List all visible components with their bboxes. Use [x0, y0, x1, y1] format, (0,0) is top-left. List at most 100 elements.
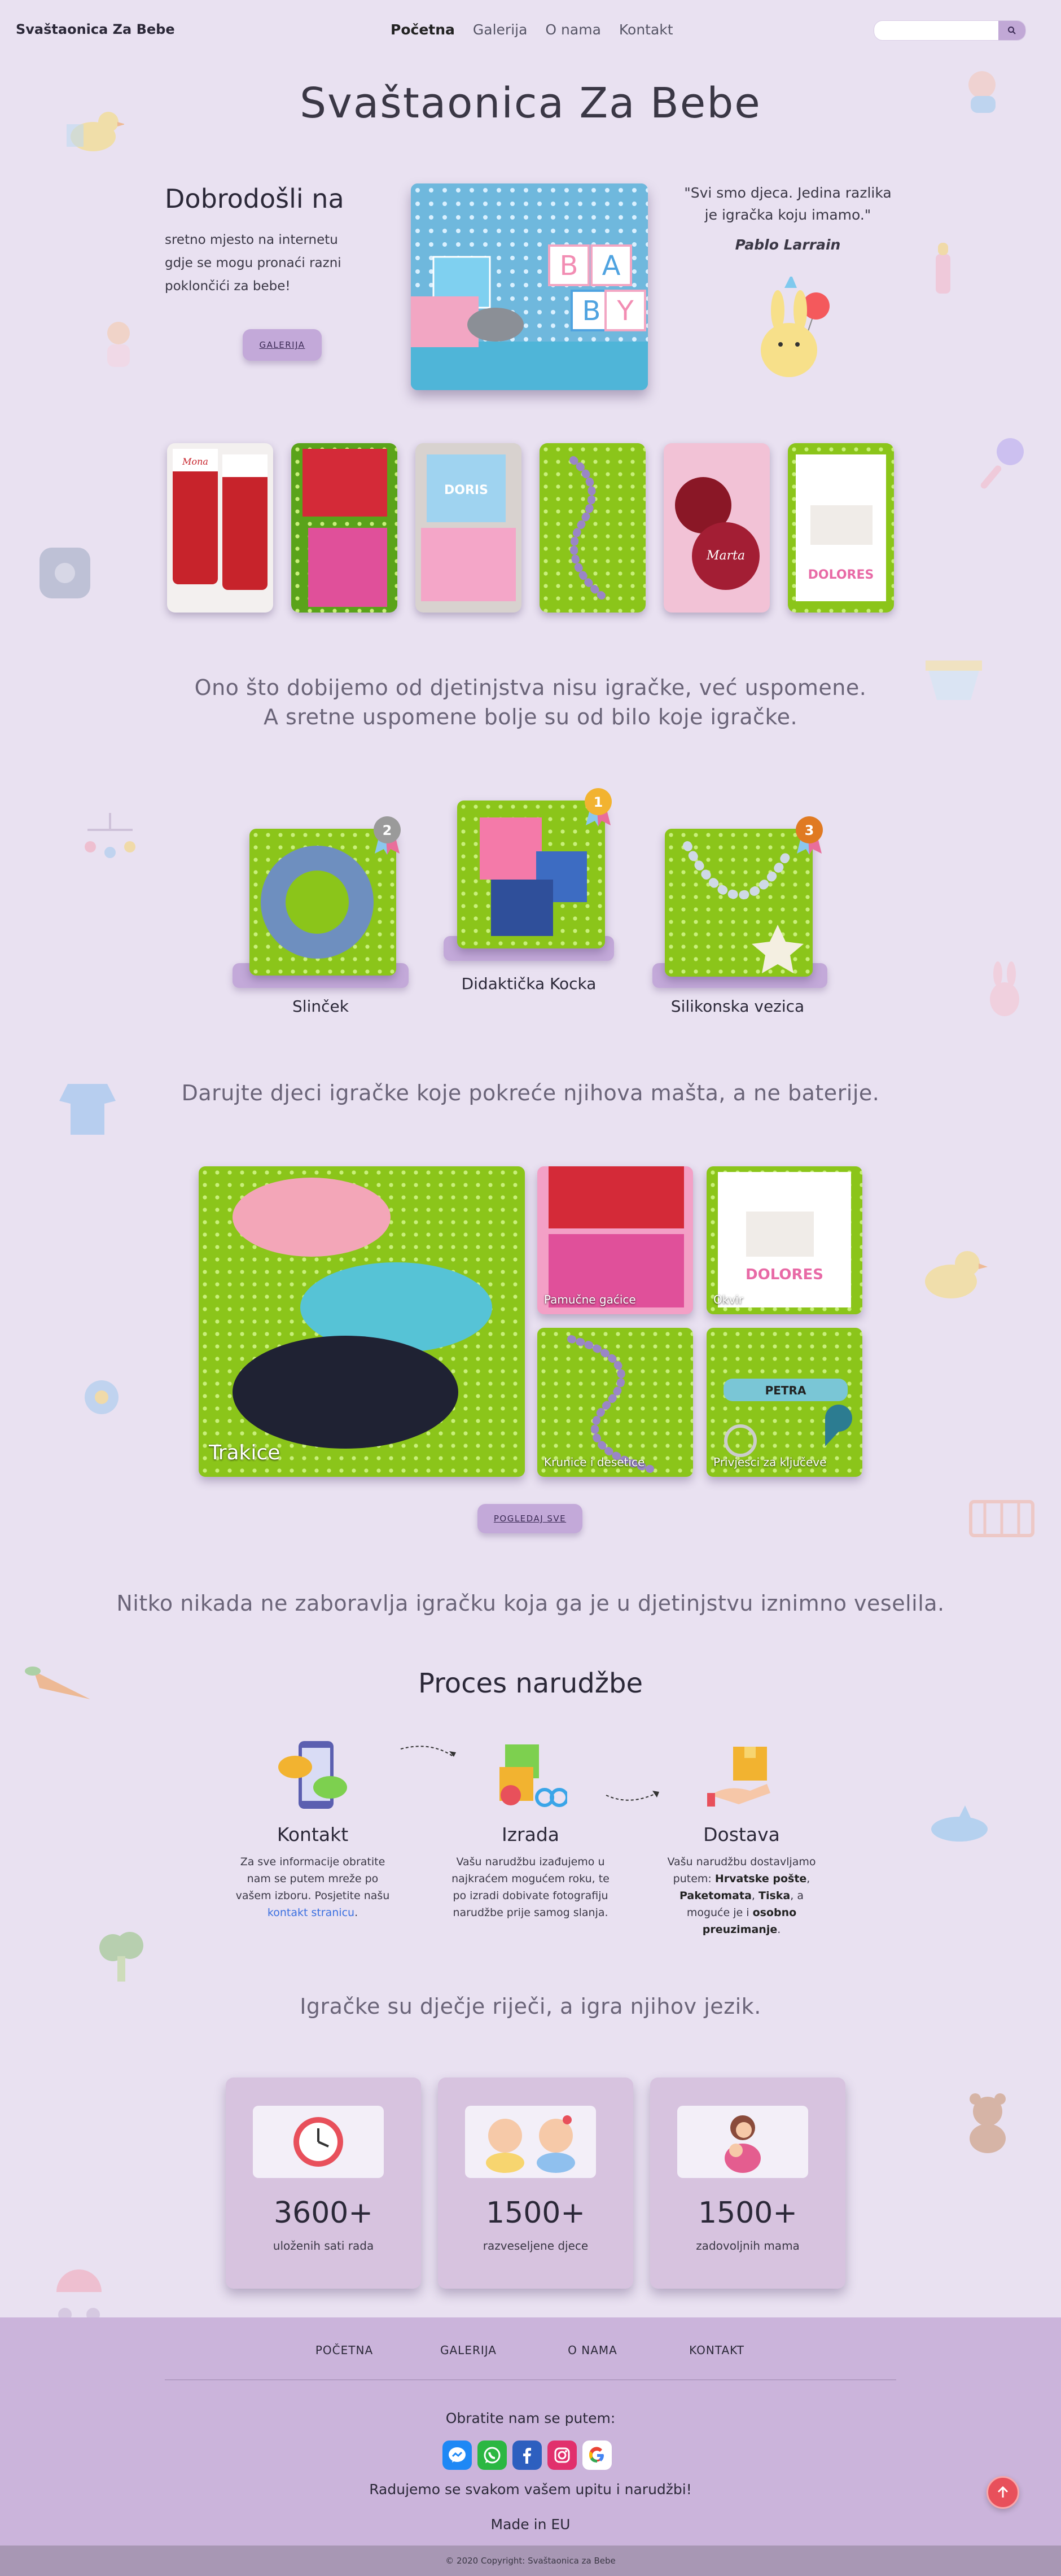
hero-block-a: A — [602, 250, 621, 282]
search-icon — [1008, 27, 1016, 34]
svg-text:DOLORES: DOLORES — [746, 1266, 823, 1283]
svg-text:1: 1 — [594, 794, 603, 810]
medal-bronze: 3 — [793, 815, 825, 855]
stat-icon-box — [677, 2106, 808, 2178]
stat-value: 1500+ — [486, 2196, 585, 2230]
product-card[interactable]: 3 Silikonska vezica — [650, 816, 827, 1016]
nav-item-galerija[interactable]: Galerija — [473, 21, 528, 38]
stat-card: 1500+ razveseljene djece — [438, 2078, 633, 2289]
stat-value: 3600+ — [274, 2196, 373, 2230]
process-step-dostava: Dostava Vašu narudžbu dostavljamo putem:… — [657, 1739, 826, 1938]
tile-label: Krunice i desetice — [544, 1455, 645, 1469]
google-icon[interactable] — [582, 2441, 612, 2470]
stat-label: zadovoljnih mama — [696, 2239, 800, 2253]
stat-value: 1500+ — [698, 2196, 797, 2230]
bunny-icon — [982, 960, 1027, 1022]
gallery-thumb[interactable] — [540, 443, 646, 613]
footer: POČETNA GALERIJA O NAMA KONTAKT Obratite… — [0, 2317, 1061, 2546]
category-tile-okvir[interactable]: DOLORES Okvir — [707, 1166, 862, 1314]
tile-label: Pamučne gaćice — [544, 1293, 636, 1306]
whatsapp-icon[interactable] — [477, 2441, 507, 2470]
footer-link-kontakt[interactable]: KONTAKT — [655, 2343, 779, 2357]
search-input[interactable] — [874, 21, 998, 40]
category-tile-trakice[interactable]: Trakice — [199, 1166, 525, 1477]
footer-link-pocetna[interactable]: POČETNA — [282, 2343, 406, 2357]
scroll-top-button[interactable] — [987, 2476, 1019, 2509]
stat-label: uloženih sati rada — [273, 2239, 374, 2253]
gallery-thumb[interactable]: Mona — [167, 443, 273, 613]
instagram-icon[interactable] — [547, 2441, 577, 2470]
product-name: Silikonska vezica — [670, 997, 805, 1016]
crib-icon — [965, 1485, 1038, 1547]
baby-girl-icon — [96, 316, 141, 373]
tile-label: Okvir — [713, 1293, 743, 1306]
social-links — [442, 2441, 612, 2470]
dolphin-icon — [926, 1801, 993, 1852]
navbar: Svaštaonica Za Bebe Početna Galerija O n… — [0, 0, 1061, 59]
step-title: Kontakt — [277, 1823, 349, 1845]
hero-block-b2: B — [582, 295, 601, 327]
search-button[interactable] — [998, 21, 1025, 40]
facebook-icon[interactable] — [512, 2441, 542, 2470]
svg-text:2: 2 — [383, 823, 392, 838]
product-card[interactable]: 2 Slinček — [233, 816, 409, 1016]
brand-logo[interactable]: Svaštaonica Za Bebe — [16, 21, 175, 37]
footer-made-in: Made in EU — [490, 2516, 571, 2533]
bunny-balloon-icon — [749, 277, 834, 384]
footer-link-galerija[interactable]: GALERIJA — [406, 2343, 530, 2357]
messenger-icon[interactable] — [442, 2441, 472, 2470]
pacifier-icon — [73, 1366, 130, 1423]
category-tile-gacice[interactable]: Pamučne gaćice — [537, 1166, 693, 1314]
step-text: Vašu narudžbu dostavljamo putem: Hrvatsk… — [667, 1856, 816, 1936]
tagline-1: Ono što dobijemo od djetinjstva nisu igr… — [194, 675, 867, 729]
search-box — [874, 20, 1026, 41]
process-title: Proces narudžbe — [418, 1668, 643, 1699]
thumb-text: Mona — [182, 456, 208, 467]
product-name: Didaktička Kocka — [461, 974, 597, 993]
nav-item-o-nama[interactable]: O nama — [545, 21, 600, 38]
dashed-arrow-icon — [606, 1791, 660, 1801]
stat-icon-box — [465, 2106, 596, 2178]
babies-icon — [486, 2115, 575, 2173]
phone-chat-icon — [278, 1741, 347, 1809]
thumb-text: DORIS — [444, 483, 488, 497]
view-all-button[interactable]: POGLEDAJ SVE — [477, 1504, 582, 1533]
contact-page-link[interactable]: kontakt stranicu — [268, 1906, 354, 1919]
page-title: Svaštaonica Za Bebe — [300, 79, 761, 128]
copyright-bar: © 2020 Copyright: Svaštaonica za Bebe — [0, 2546, 1061, 2576]
nav-item-pocetna[interactable]: Početna — [391, 21, 455, 38]
product-name: Slinček — [292, 997, 349, 1016]
quote-block: "Svi smo djeca. Jedina razlika je igračk… — [681, 182, 895, 256]
gallery-thumb[interactable]: Marta — [664, 443, 770, 613]
tile-label: Privjesci za ključeve — [713, 1455, 827, 1469]
gallery-strip: Mona DORIS Marta DOLORES — [167, 443, 894, 613]
category-tile-privjesci[interactable]: PETRA Privjesci za ključeve — [707, 1328, 862, 1477]
gallery-thumb[interactable] — [291, 443, 397, 613]
thumb-text: DOLORES — [808, 568, 874, 582]
tagline-3: Nitko nikada ne zaboravlja igračku koja … — [116, 1591, 945, 1616]
stat-icon-box — [253, 2106, 384, 2178]
footer-link-o-nama[interactable]: O NAMA — [530, 2343, 655, 2357]
hero-block-y: Y — [616, 295, 634, 327]
crafting-tools-icon — [499, 1744, 567, 1807]
quote-author: Pablo Larrain — [735, 237, 841, 253]
welcome-text: sretno mjesto na internetu gdje se mogu … — [165, 233, 341, 294]
category-tile-krunice[interactable]: Krunice i desetice — [537, 1328, 693, 1477]
step-title: Izrada — [501, 1823, 559, 1845]
welcome-title: Dobrodošli na — [165, 183, 344, 214]
main-menu: Početna Galerija O nama Kontakt — [391, 21, 673, 38]
gallery-button[interactable]: GALERIJA — [243, 329, 322, 361]
tile-label: Trakice — [209, 1441, 280, 1464]
nav-item-kontakt[interactable]: Kontakt — [619, 21, 673, 38]
product-card[interactable]: 1 Didaktička Kocka — [441, 788, 616, 993]
rubber-duck-icon — [920, 1242, 988, 1304]
arrow-up-icon — [997, 2486, 1009, 2498]
medal-gold: 1 — [582, 787, 614, 826]
gallery-thumb[interactable]: DOLORES — [788, 443, 894, 613]
gallery-thumb[interactable]: DORIS — [415, 443, 521, 613]
stat-label: razveseljene djece — [483, 2239, 589, 2253]
stat-card: 3600+ uloženih sati rada — [226, 2078, 421, 2289]
tagline-2: Darujte djeci igračke koje pokreće njiho… — [181, 1081, 880, 1105]
keychain-text: PETRA — [765, 1384, 806, 1397]
quote-text: "Svi smo djeca. Jedina razlika je igračk… — [684, 185, 892, 223]
